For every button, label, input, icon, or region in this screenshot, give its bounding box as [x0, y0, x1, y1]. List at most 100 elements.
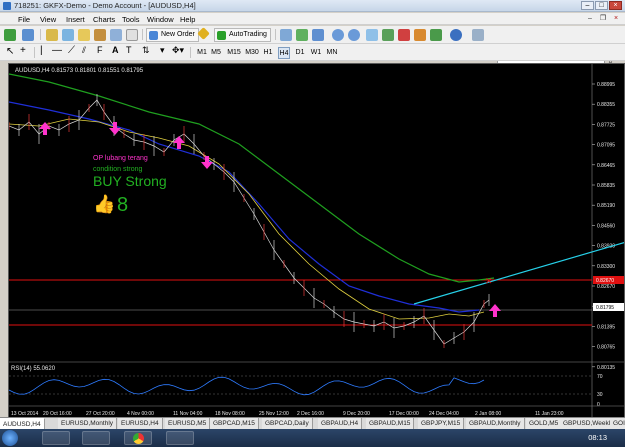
crosshair-icon[interactable]: + [20, 45, 26, 56]
timeframe-m15[interactable]: M15 [226, 47, 242, 59]
label-icon[interactable]: T [126, 45, 132, 55]
fibonacci-icon[interactable]: F [97, 45, 103, 55]
timeframe-h1[interactable]: H1 [262, 47, 274, 59]
timeframe-w1[interactable]: W1 [310, 47, 322, 59]
tab-gold-m5[interactable]: GOLD,M5 [526, 418, 563, 429]
bar-chart-icon[interactable] [280, 29, 292, 41]
zoom-in-icon[interactable] [332, 29, 344, 41]
price-label: 0.85835 [597, 183, 615, 189]
chart-window[interactable]: 0.88995 0.88355 0.87725 0.87095 0.86465 0.858… [8, 63, 625, 418]
menu-insert[interactable]: Insert [66, 15, 85, 24]
zoom-out-icon[interactable] [348, 29, 360, 41]
terminal-icon[interactable] [94, 29, 106, 41]
tile-windows-icon[interactable] [366, 29, 378, 41]
market-watch-icon[interactable] [46, 29, 58, 41]
timeframe-h4[interactable]: H4 [278, 47, 290, 59]
signal-digit: 8 [117, 194, 128, 216]
trend-line [413, 241, 624, 305]
objects-menu-icon[interactable]: ✥▾ [172, 45, 184, 56]
price-label: 0.81395 [597, 324, 615, 330]
tab-gbpaud-monthly[interactable]: GBPAUD,Monthly [466, 418, 525, 429]
navigator-icon[interactable] [78, 29, 90, 41]
left-strip [0, 63, 8, 418]
taskbar-media[interactable] [82, 431, 110, 445]
timeframe-m30[interactable]: M30 [244, 47, 260, 59]
thumbs-up-icon: 👍 [93, 193, 115, 214]
data-window-icon[interactable] [62, 29, 74, 41]
rsi-header: RSI(14) 55.0620 [11, 366, 56, 372]
op-annotation: OP lubang terang [93, 155, 148, 162]
tab-eurusd-m5[interactable]: EURUSD,M5 [165, 418, 211, 429]
child-restore-button[interactable]: ❐ [598, 14, 608, 23]
channel-icon[interactable]: ⫽ [82, 45, 86, 56]
taskbar: 08:13 [0, 429, 625, 447]
autotrading-icon [217, 31, 226, 40]
tab-gbpusd-weekly[interactable]: GBPUSD,Weekly [560, 418, 618, 429]
timeframe-d1[interactable]: D1 [294, 47, 306, 59]
child-close-button[interactable]: × [611, 14, 621, 23]
timeframe-m1[interactable]: M1 [196, 47, 208, 59]
chart-shift-icon[interactable] [382, 29, 394, 41]
cursor-icon[interactable]: ↖ [6, 46, 14, 57]
child-minimize-button[interactable]: – [585, 14, 595, 23]
rsi-level-label: 30 [597, 392, 603, 398]
price-label: 0.85190 [597, 203, 615, 209]
trendline-icon[interactable]: ⟋ [68, 45, 75, 56]
templates-icon[interactable] [430, 29, 442, 41]
standard-toolbar: New Order AutoTrading ⌕ [0, 26, 625, 68]
template-menu-icon[interactable] [472, 29, 484, 41]
taskbar-clock: 08:13 [588, 433, 607, 442]
price-chart[interactable]: 0.88995 0.88355 0.87725 0.87095 0.86465 0.858… [9, 64, 625, 418]
tab-gbpcad-daily[interactable]: GBPCAD,Daily [262, 418, 313, 429]
minimize-button[interactable]: – [581, 1, 594, 10]
menu-window[interactable]: Window [147, 15, 174, 24]
metaeditor-icon[interactable] [197, 27, 210, 40]
arrow-icon[interactable]: ⇅ [142, 45, 150, 56]
shapes-dropdown-icon[interactable]: ▾ [160, 45, 165, 56]
tab-eurusd-h4[interactable]: EURUSD,H4 [118, 418, 163, 429]
vertical-line-icon[interactable]: | [40, 45, 43, 56]
new-order-button[interactable]: New Order [146, 28, 199, 42]
condition-annotation: condition strong [93, 166, 143, 173]
window-title: 718251: GKFX-Demo - Demo Account - [AUDU… [14, 1, 196, 10]
tab-audusd-h4[interactable]: AUDUSD,H4 [0, 418, 45, 429]
autoscroll-icon[interactable] [398, 29, 410, 41]
tab-gbpaud-m15[interactable]: GBPAUD,M15 [366, 418, 415, 429]
autotrading-button[interactable]: AutoTrading [214, 28, 271, 42]
periods-icon[interactable] [450, 29, 462, 41]
tab-gbpjpy-m15[interactable]: GBPJPY,M15 [418, 418, 465, 429]
line-studies-toolbar: ↖ + | — ⟋ ⫽ F A T ⇅ ▾ ✥▾ M1 M5 M15 M30 H… [0, 44, 625, 61]
tab-goi[interactable]: GOI [610, 418, 625, 429]
start-button[interactable] [2, 430, 18, 446]
line-chart-icon[interactable] [312, 29, 324, 41]
menu-file[interactable]: File [18, 15, 30, 24]
ma-green-line [9, 73, 495, 283]
tab-eurusd-monthly[interactable]: EURUSD,Monthly [58, 418, 118, 429]
price-label: 0.88355 [597, 102, 615, 108]
menu-view[interactable]: View [40, 15, 56, 24]
close-button[interactable]: × [609, 1, 622, 10]
new-chart-icon[interactable] [4, 29, 16, 41]
tab-gbpaud-h4[interactable]: GBPAUD,H4 [318, 418, 363, 429]
maximize-button[interactable]: □ [595, 1, 608, 10]
history-center-icon[interactable] [126, 29, 138, 41]
horizontal-line-icon[interactable]: — [52, 45, 62, 56]
current-price-label: 0.81795 [596, 305, 614, 311]
text-icon[interactable]: A [112, 45, 119, 55]
taskbar-chrome[interactable] [124, 431, 152, 445]
menu-help[interactable]: Help [180, 15, 195, 24]
taskbar-metatrader[interactable] [166, 431, 194, 445]
tab-gbpcad-m15[interactable]: GBPCAD,M15 [210, 418, 259, 429]
rsi-level-label: 0 [597, 402, 600, 408]
timeframe-mn[interactable]: MN [326, 47, 338, 59]
price-label: 0.87095 [597, 143, 615, 149]
candlestick-icon[interactable] [296, 29, 308, 41]
price-label: 0.83930 [597, 244, 615, 250]
menu-charts[interactable]: Charts [93, 15, 115, 24]
menu-tools[interactable]: Tools [122, 15, 140, 24]
taskbar-explorer[interactable] [42, 431, 70, 445]
timeframe-m5[interactable]: M5 [210, 47, 222, 59]
profiles-icon[interactable] [22, 29, 34, 41]
indicators-icon[interactable] [414, 29, 426, 41]
strategy-tester-icon[interactable] [110, 29, 122, 41]
